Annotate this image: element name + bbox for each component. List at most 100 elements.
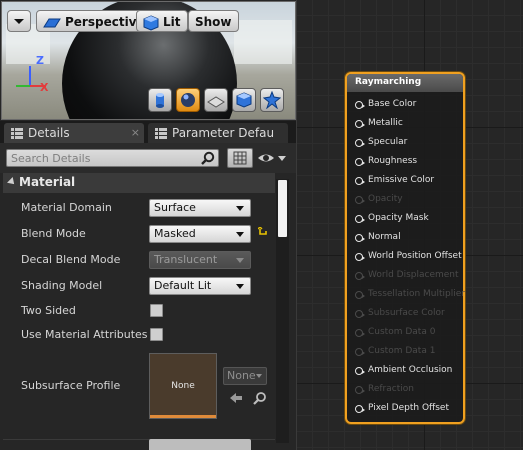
subsurface-profile-thumbnail[interactable]: None bbox=[149, 353, 217, 419]
pin-label: Custom Data 0 bbox=[368, 327, 436, 337]
pin-connector-icon bbox=[355, 348, 365, 356]
subsurface-profile-dropdown[interactable]: None bbox=[223, 367, 267, 385]
material-preview-viewport[interactable]: Perspective Lit Show Z X bbox=[1, 1, 296, 120]
material-result-node[interactable]: Raymarching Base Color Metallic Specular Ro… bbox=[345, 72, 465, 424]
category-header-material[interactable]: Material bbox=[3, 173, 275, 193]
collapse-arrow-icon[interactable] bbox=[7, 177, 17, 187]
reset-to-default-icon[interactable] bbox=[258, 227, 268, 237]
search-box[interactable] bbox=[6, 149, 219, 167]
asset-type-bar bbox=[150, 415, 216, 418]
background-building bbox=[234, 20, 292, 64]
two-sided-checkbox[interactable] bbox=[150, 304, 163, 317]
category-title: Material bbox=[19, 175, 76, 189]
pin-connector-icon bbox=[355, 272, 365, 280]
pin-connector-icon[interactable] bbox=[355, 158, 365, 166]
pin-connector-icon bbox=[355, 329, 365, 337]
tab-parameter-defaults[interactable]: Parameter Defau bbox=[148, 123, 288, 143]
pin-connector-icon[interactable] bbox=[355, 253, 365, 261]
search-icon[interactable] bbox=[201, 151, 215, 165]
property-label: Material Domain bbox=[21, 201, 112, 214]
details-scrollbar[interactable] bbox=[276, 179, 289, 443]
pin-label: Custom Data 1 bbox=[368, 346, 436, 356]
decal-blend-mode-dropdown: Translucent bbox=[149, 251, 251, 269]
preview-cube-button[interactable] bbox=[232, 88, 256, 112]
shading-model-dropdown[interactable]: Default Lit bbox=[149, 277, 251, 295]
details-icon bbox=[11, 128, 23, 139]
node-title: Raymarching bbox=[355, 77, 422, 87]
tab-details[interactable]: Details × bbox=[4, 123, 144, 143]
property-row-blend-mode: Blend Mode Masked bbox=[3, 222, 275, 246]
panel-tab-bar: Details × Parameter Defau bbox=[0, 121, 296, 143]
preview-custom-mesh-button[interactable] bbox=[260, 88, 284, 112]
pin-label: Tessellation Multiplier bbox=[368, 289, 465, 299]
left-panel: Perspective Lit Show Z X Details × Param… bbox=[0, 0, 297, 450]
pin-connector-icon bbox=[355, 196, 365, 204]
blend-mode-dropdown[interactable]: Masked bbox=[149, 225, 251, 243]
pin-connector-icon[interactable] bbox=[355, 367, 365, 375]
perspective-button[interactable]: Perspective bbox=[36, 10, 152, 32]
property-label: Two Sided bbox=[21, 304, 76, 317]
dropdown-value: Surface bbox=[154, 201, 196, 214]
preview-cylinder-button[interactable] bbox=[148, 88, 172, 112]
material-domain-dropdown[interactable]: Surface bbox=[149, 199, 251, 217]
preview-sphere-button[interactable] bbox=[176, 88, 200, 112]
custom-mesh-icon bbox=[263, 91, 281, 109]
node-header[interactable]: Raymarching bbox=[347, 74, 463, 92]
pin-label: World Displacement bbox=[368, 270, 459, 280]
property-row-material-domain: Material Domain Surface bbox=[3, 196, 275, 220]
pin-label: Roughness bbox=[368, 156, 418, 166]
chevron-down-icon bbox=[236, 206, 244, 211]
eye-icon[interactable] bbox=[257, 150, 289, 166]
property-row-shading-model: Shading Model Default Lit bbox=[3, 274, 275, 298]
pin-connector-icon[interactable] bbox=[355, 405, 365, 413]
pin-label: Normal bbox=[368, 232, 401, 242]
property-label: Use Material Attributes bbox=[21, 328, 148, 341]
close-icon[interactable]: × bbox=[131, 123, 140, 143]
pin-connector-icon[interactable] bbox=[355, 139, 365, 147]
property-matrix-button[interactable] bbox=[227, 148, 253, 168]
lit-button[interactable]: Lit bbox=[136, 10, 188, 32]
pin-label: Opacity Mask bbox=[368, 213, 429, 223]
pin-connector-icon[interactable] bbox=[355, 120, 365, 128]
scrollbar-thumb[interactable] bbox=[278, 180, 287, 237]
viewport-options-button[interactable] bbox=[7, 10, 31, 32]
pin-label: Specular bbox=[368, 137, 408, 147]
search-input[interactable] bbox=[11, 151, 191, 165]
property-label: Decal Blend Mode bbox=[21, 253, 121, 266]
tab-parameter-defaults-label: Parameter Defau bbox=[172, 126, 275, 140]
thumbnail-label: None bbox=[171, 381, 195, 391]
dropdown-value: Masked bbox=[154, 227, 196, 240]
pin-label: World Position Offset bbox=[368, 251, 462, 261]
property-label: Blend Mode bbox=[21, 227, 86, 240]
pin-connector-icon bbox=[355, 310, 365, 318]
lit-cube-icon bbox=[143, 14, 159, 31]
pin-label: Ambient Occlusion bbox=[368, 365, 453, 375]
use-selected-asset-icon[interactable] bbox=[229, 392, 243, 404]
property-label: Shading Model bbox=[21, 279, 103, 292]
pin-label: Emissive Color bbox=[368, 175, 435, 185]
use-material-attributes-checkbox[interactable] bbox=[150, 328, 163, 341]
sphere-icon bbox=[181, 93, 195, 107]
preview-plane-button[interactable] bbox=[204, 88, 228, 112]
lit-label: Lit bbox=[163, 15, 181, 29]
pin-connector-icon[interactable] bbox=[355, 215, 365, 223]
next-property-field[interactable] bbox=[149, 439, 251, 450]
pin-label: Base Color bbox=[368, 99, 417, 109]
pin-connector-icon bbox=[355, 386, 365, 394]
pin-label: Subsurface Color bbox=[368, 308, 445, 318]
pin-connector-icon[interactable] bbox=[355, 177, 365, 185]
cube-icon bbox=[236, 92, 252, 108]
dropdown-value: Translucent bbox=[154, 253, 218, 266]
pin-label: Refraction bbox=[368, 384, 414, 394]
pin-connector-icon[interactable] bbox=[355, 101, 365, 109]
property-row-two-sided: Two Sided bbox=[3, 299, 275, 323]
browse-asset-icon[interactable] bbox=[253, 391, 267, 405]
property-row-use-material-attributes: Use Material Attributes bbox=[3, 323, 275, 347]
pin-connector-icon[interactable] bbox=[355, 234, 365, 242]
show-button[interactable]: Show bbox=[188, 10, 239, 32]
pin-label: Metallic bbox=[368, 118, 403, 128]
chevron-down-icon bbox=[236, 284, 244, 289]
search-row bbox=[0, 143, 296, 173]
parameter-icon bbox=[155, 128, 167, 139]
dropdown-value: None bbox=[227, 369, 256, 382]
